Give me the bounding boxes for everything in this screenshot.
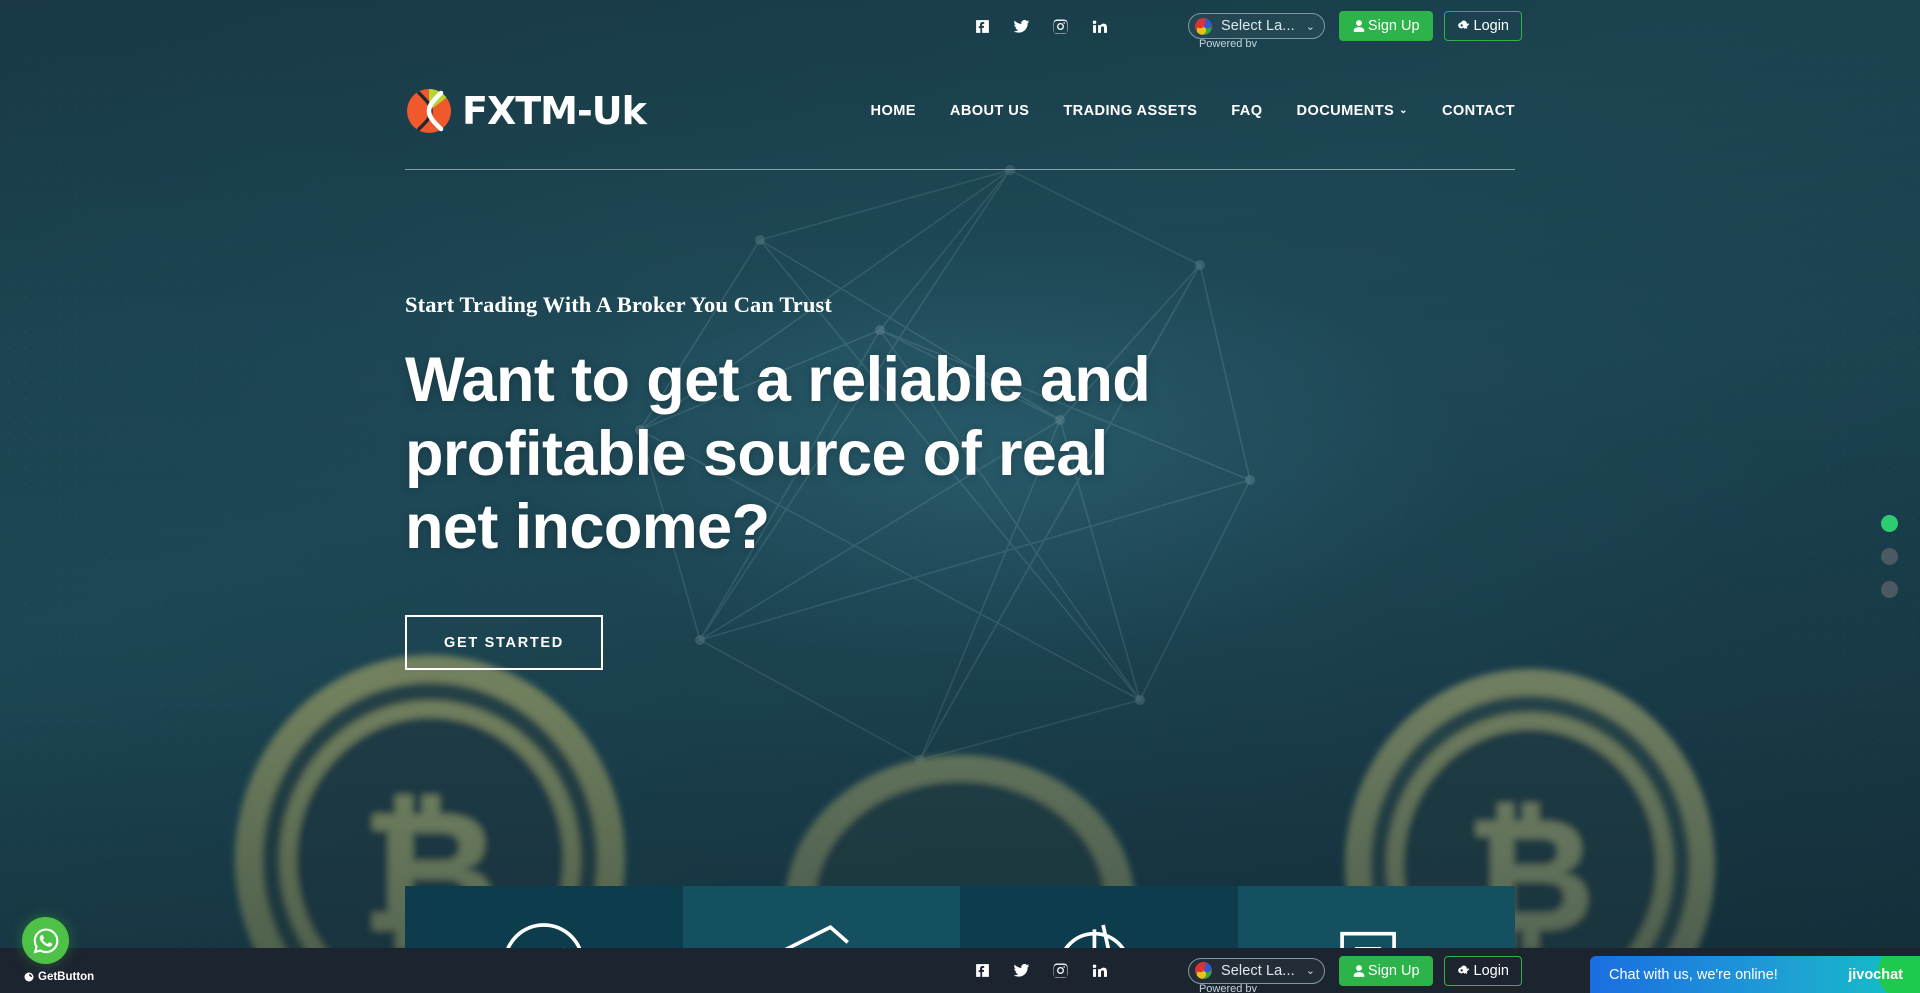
user-icon [1353,964,1365,977]
jivochat-widget[interactable]: Chat with us, we're online! jivochat [1590,956,1920,993]
twitter-icon[interactable] [1013,18,1030,35]
slider-dot-1[interactable] [1881,515,1898,532]
linkedin-icon[interactable] [1091,962,1108,979]
nav-item-label: CONTACT [1441,102,1515,119]
nav-item-label: DOCUMENTS [1296,102,1395,119]
slider-dot-3[interactable] [1881,581,1898,598]
bottom-login-button[interactable]: Login [1443,955,1522,986]
bottom-login-button-label: Login [1473,962,1509,979]
translate-globe-icon [1194,962,1212,979]
key-icon [1457,965,1469,974]
nav-item-documents[interactable]: DOCUMENTS ⌄ [1297,103,1408,119]
instagram-icon[interactable] [1052,18,1069,35]
facebook-icon[interactable] [974,18,991,35]
nav-item-label: FAQ [1231,102,1263,119]
fxtm-logo-mark-icon [405,86,455,136]
getbutton-brand-label: GetButton [38,971,95,983]
login-button[interactable]: Login [1443,11,1522,41]
site-logo-text: FXTM-Uk [462,88,647,133]
get-started-button[interactable]: GET STARTED [405,615,603,671]
nav-item-label: TRADING ASSETS [1063,102,1198,119]
hero-eyebrow: Start Trading With A Broker You Can Trus… [405,292,832,317]
nav-item-label: HOME [870,102,916,119]
language-selector-value: Select La... [1220,18,1295,34]
instagram-icon[interactable] [1052,962,1069,979]
user-icon [1353,20,1365,32]
linkedin-icon[interactable] [1091,18,1108,35]
getbutton-brand[interactable]: GetButton [23,971,94,983]
language-selector[interactable]: Select La... ⌄ Powered by [1187,13,1325,47]
twitter-icon[interactable] [1013,962,1030,979]
utility-bar: Select La... ⌄ Powered by Sign Up Login [0,0,1920,52]
jivochat-message: Chat with us, we're online! [1609,966,1778,983]
bottom-social-links [974,962,1108,979]
main-navigation: HOME ABOUT US TRADING ASSETS FAQ DOCUMEN… [871,103,1516,119]
facebook-icon[interactable] [974,962,991,979]
getbutton-icon [24,972,34,982]
bottom-language-selector-value: Select La... [1220,962,1295,979]
whatsapp-button[interactable] [22,917,69,964]
nav-item-label: ABOUT US [949,102,1030,119]
chevron-down-icon: ⌄ [1305,20,1315,33]
bottom-language-selector[interactable]: Select La... ⌄ Powered by [1187,957,1325,992]
slider-pagination [1881,515,1898,598]
powered-by-label: Powered by [1198,983,1258,992]
nav-item-contact[interactable]: CONTACT [1442,103,1515,119]
chevron-down-icon: ⌄ [1399,105,1408,116]
whatsapp-icon [33,928,58,953]
hero-title: Want to get a reliable and profitable so… [405,345,1151,563]
whatsapp-widget: GetButton [22,917,94,983]
bottom-signup-button[interactable]: Sign Up [1338,955,1433,986]
translate-globe-icon [1194,17,1212,35]
signup-button-label: Sign Up [1367,18,1420,34]
slider-dot-2[interactable] [1881,548,1898,565]
chevron-down-icon: ⌄ [1305,965,1315,977]
signup-button[interactable]: Sign Up [1338,11,1433,41]
key-icon [1457,20,1469,29]
social-links [974,18,1108,35]
nav-item-trading-assets[interactable]: TRADING ASSETS [1063,103,1197,119]
nav-item-about-us[interactable]: ABOUT US [950,103,1029,119]
site-header: FXTM-Uk HOME ABOUT US TRADING ASSETS FAQ… [405,52,1515,170]
jivochat-brand: jivochat [1848,966,1903,983]
bottom-signup-button-label: Sign Up [1367,962,1420,979]
nav-item-home[interactable]: HOME [871,103,916,119]
login-button-label: Login [1473,18,1509,34]
page-root: ₿ ₿ Selec [0,0,1920,993]
powered-by-label: Powered by [1198,39,1258,47]
nav-item-faq[interactable]: FAQ [1231,103,1262,119]
site-logo[interactable]: FXTM-Uk [405,86,647,136]
hero-section: Start Trading With A Broker You Can Trus… [405,292,1265,671]
